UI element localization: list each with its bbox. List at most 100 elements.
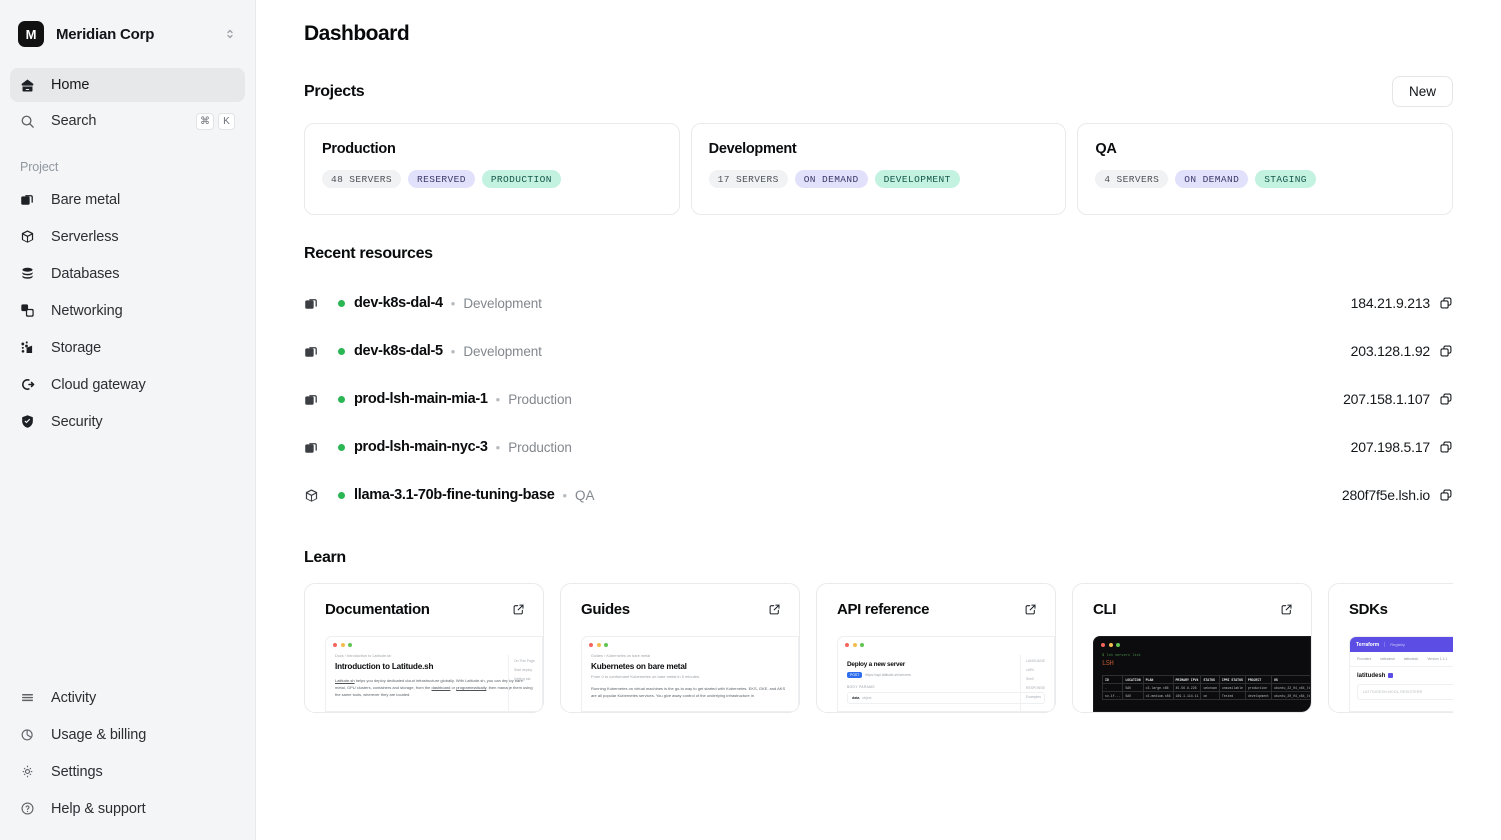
- new-project-button[interactable]: New: [1391, 76, 1453, 107]
- status-badge: ON DEMAND: [1175, 170, 1249, 188]
- sidebar-item-bare-metal[interactable]: Bare metal: [10, 182, 245, 217]
- sidebar-item-activity[interactable]: Activity: [10, 680, 245, 715]
- learn-card-api-reference[interactable]: API reference LANGUAGE cURL Shell RESPON…: [816, 583, 1056, 713]
- preview-heading: Kubernetes on bare metal: [591, 662, 687, 671]
- table-row[interactable]: prod-lsh-main-nyc-3 • Production 207.198…: [304, 423, 1453, 471]
- breadcrumb-item: Version 1.1.1: [1427, 657, 1448, 661]
- sidebar-item-databases[interactable]: Databases: [10, 256, 245, 291]
- projects-section-header: Projects New: [304, 76, 1453, 107]
- learn-card-guides[interactable]: Guides Guides › Kubernetes on bare metal: [560, 583, 800, 713]
- chevron-up-down-icon[interactable]: [219, 23, 241, 45]
- resource-address-group: 184.21.9.213: [1351, 295, 1453, 311]
- copy-icon[interactable]: [1439, 488, 1453, 502]
- preview-paragraph: Latitude.sh helps you deploy dedicated c…: [335, 678, 533, 697]
- copy-icon[interactable]: [1439, 344, 1453, 358]
- table-row[interactable]: llama-3.1-70b-fine-tuning-base • QA 280f…: [304, 471, 1453, 519]
- sidebar-item-label: Activity: [51, 689, 97, 706]
- sidebar-item-security[interactable]: Security: [10, 404, 245, 439]
- terraform-module-name: latitudesh: [1350, 667, 1453, 679]
- sidebar-item-settings[interactable]: Settings: [10, 754, 245, 789]
- external-link-icon[interactable]: [768, 603, 781, 616]
- breadcrumb-item: latitudesh: [1403, 657, 1419, 661]
- preview-side-item: On This Page: [514, 659, 535, 663]
- preview-field-row: data object: [847, 692, 1045, 704]
- external-link-icon[interactable]: [1024, 603, 1037, 616]
- separator: •: [495, 391, 501, 407]
- table-row[interactable]: dev-k8s-dal-4 • Development 184.21.9.213: [304, 279, 1453, 327]
- sidebar-item-label: Bare metal: [51, 191, 121, 208]
- sidebar-item-label: Home: [51, 77, 90, 93]
- preview-link: Latitude.sh: [335, 678, 355, 683]
- status-dot: [338, 491, 345, 499]
- sidebar-item-cloud-gateway[interactable]: Cloud gateway: [10, 367, 245, 402]
- preview-sidebar: On This Page Start deploy Getting sta: [508, 655, 542, 711]
- cloud-gateway-icon: [20, 377, 40, 392]
- sidebar: M Meridian Corp Home Search ⌘ K Project …: [0, 0, 256, 840]
- learn-card-cli[interactable]: CLI $ lsh servers list LSH ID LOCATION P…: [1072, 583, 1312, 713]
- preview-window-dots: [582, 637, 798, 647]
- project-badges: 17 SERVERS ON DEMAND DEVELOPMENT: [708, 170, 1049, 188]
- page-title: Dashboard: [304, 22, 410, 45]
- copy-icon[interactable]: [1439, 392, 1453, 406]
- learn-carousel[interactable]: Documentation On This Page Start deploy …: [304, 583, 1453, 713]
- copy-icon[interactable]: [1439, 440, 1453, 454]
- table-row[interactable]: prod-lsh-main-mia-1 • Production 207.158…: [304, 375, 1453, 423]
- preview-window-dots: [1094, 637, 1310, 647]
- terraform-code-box: LATITUDESH-NOOL.RESISTERR: [1357, 684, 1453, 701]
- learn-card-preview: Guides › Kubernetes on bare metal Kubern…: [581, 636, 799, 712]
- resource-name: dev-k8s-dal-5: [354, 343, 443, 359]
- preview-side-item: cURL: [1026, 668, 1035, 672]
- sidebar-item-label: Help & support: [51, 800, 146, 817]
- resource-address-group: 207.158.1.107: [1343, 391, 1453, 407]
- preview-field-type: object: [862, 696, 872, 700]
- sidebar-item-storage[interactable]: Storage: [10, 330, 245, 365]
- terraform-logo: Terraform: [1356, 641, 1380, 648]
- sidebar-item-serverless[interactable]: Serverless: [10, 219, 245, 254]
- org-switcher[interactable]: M Meridian Corp: [0, 0, 255, 68]
- sidebar-item-search[interactable]: Search ⌘ K: [10, 104, 245, 138]
- sidebar-item-networking[interactable]: Networking: [10, 293, 245, 328]
- shield-icon: [20, 414, 40, 429]
- preview-side-item: LANGUAGE: [1026, 659, 1045, 663]
- sidebar-item-label: Cloud gateway: [51, 376, 146, 393]
- external-link-icon[interactable]: [512, 603, 525, 616]
- external-link-icon[interactable]: [1280, 603, 1293, 616]
- project-card[interactable]: Development 17 SERVERS ON DEMAND DEVELOP…: [690, 123, 1067, 215]
- learn-card-documentation[interactable]: Documentation On This Page Start deploy …: [304, 583, 544, 713]
- table-row: sv-1f... SAO c3.medium.x86 189.1.114.11 …: [1101, 691, 1310, 700]
- preview-breadcrumb: Guides › Kubernetes on bare metal: [591, 654, 651, 658]
- separator: •: [495, 439, 501, 455]
- status-badge: PRODUCTION: [481, 170, 561, 188]
- kbd-k: K: [218, 112, 235, 130]
- copy-icon[interactable]: [1439, 296, 1453, 310]
- terminal-ascii-logo: LSH: [1102, 660, 1114, 668]
- project-card[interactable]: Production 48 SERVERS RESERVED PRODUCTIO…: [304, 123, 680, 215]
- gear-icon: [20, 764, 40, 779]
- sidebar-item-label: Storage: [51, 339, 102, 356]
- project-card[interactable]: QA 4 SERVERS ON DEMAND STAGING: [1077, 123, 1454, 215]
- sidebar-item-home[interactable]: Home: [10, 68, 245, 102]
- column-header: IPMI STATUS: [1218, 675, 1246, 684]
- status-dot: [338, 347, 345, 355]
- preview-side-item: Start deploy: [514, 668, 533, 672]
- table-row: - SAO c3.large.x86 45.56.8.226 unknown u…: [1101, 683, 1310, 692]
- column-header: ID: [1101, 675, 1124, 684]
- preview-heading: Deploy a new server: [847, 661, 906, 668]
- sidebar-item-help-support[interactable]: Help & support: [10, 791, 245, 826]
- learn-title: Learn: [304, 549, 346, 566]
- cube-icon: [304, 488, 326, 503]
- learn-card-sdks[interactable]: SDKs Terraform Registry Search or Provid…: [1328, 583, 1453, 713]
- learn-section-header: Learn: [304, 549, 1453, 567]
- preview-heading: Introduction to Latitude.sh: [335, 662, 434, 671]
- status-badge: 48 SERVERS: [322, 170, 402, 188]
- learn-card-title: Documentation: [325, 601, 430, 618]
- recent-resources-list: dev-k8s-dal-4 • Development 184.21.9.213: [304, 279, 1453, 519]
- learn-card-preview: $ lsh servers list LSH ID LOCATION PLAN …: [1093, 636, 1311, 712]
- projects-title: Projects: [304, 82, 365, 100]
- resource-address: 207.198.5.17: [1350, 439, 1431, 455]
- preview-breadcrumb: Docs › Introduction to Latitude.sh: [335, 654, 392, 658]
- sidebar-item-usage-billing[interactable]: Usage & billing: [10, 717, 245, 752]
- project-name: Production: [322, 141, 396, 157]
- table-row[interactable]: dev-k8s-dal-5 • Development 203.128.1.92: [304, 327, 1453, 375]
- networking-icon: [20, 303, 40, 318]
